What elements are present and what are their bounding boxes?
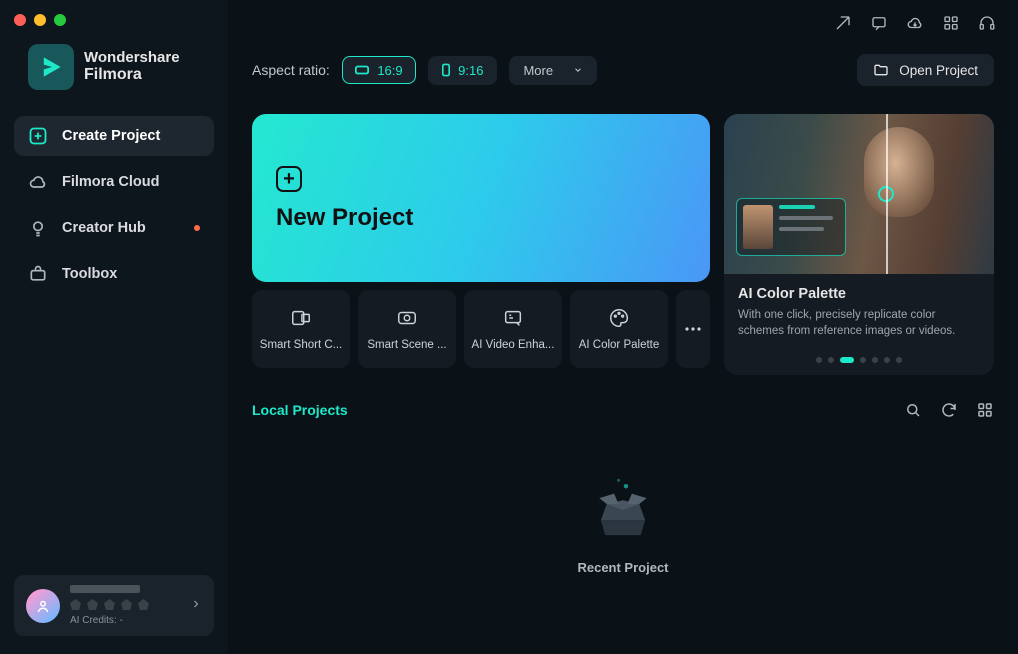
ai-credits-label: AI Credits: -: [70, 615, 180, 626]
scene-icon: [396, 307, 418, 329]
message-icon[interactable]: [870, 14, 888, 32]
badge-icon: [138, 599, 149, 610]
badge-icon: [121, 599, 132, 610]
landscape-icon: [355, 65, 369, 75]
grid-view-icon[interactable]: [976, 401, 994, 419]
window-controls: [0, 0, 228, 36]
feature-card[interactable]: AI Color Palette With one click, precise…: [724, 114, 994, 375]
tool-more-button[interactable]: [676, 290, 710, 368]
aspect-ratio-9-16[interactable]: 9:16: [428, 56, 497, 85]
brand-name-top: Wondershare: [84, 49, 180, 66]
local-projects-label: Local Projects: [252, 402, 348, 418]
sidebar-item-toolbox[interactable]: Toolbox: [14, 254, 214, 294]
chevron-down-icon: [573, 65, 583, 75]
empty-box-icon: [586, 467, 660, 546]
carousel-dots[interactable]: [724, 349, 994, 375]
send-icon[interactable]: [834, 14, 852, 32]
grid-icon[interactable]: [942, 14, 960, 32]
empty-state: Recent Project: [252, 467, 994, 575]
feature-description: With one click, precisely replicate colo…: [738, 307, 980, 339]
avatar: [26, 589, 60, 623]
sidebar-item-creator-hub[interactable]: Creator Hub: [14, 208, 214, 248]
notification-dot-icon: [194, 225, 200, 231]
cloud-download-icon[interactable]: [906, 14, 924, 32]
feature-title: AI Color Palette: [738, 286, 980, 302]
tool-ai-color-palette[interactable]: AI Color Palette: [570, 290, 668, 368]
folder-icon: [873, 62, 889, 78]
sidebar: Wondershare Filmora Create Project Filmo…: [0, 0, 228, 654]
aspect-ratio-16-9[interactable]: 16:9: [342, 56, 416, 84]
user-panel[interactable]: AI Credits: -: [14, 575, 214, 636]
headset-icon[interactable]: [978, 14, 996, 32]
app-logo: Wondershare Filmora: [0, 36, 228, 116]
ellipsis-icon: [685, 327, 701, 331]
search-icon[interactable]: [904, 401, 922, 419]
brand-name-bottom: Filmora: [84, 66, 180, 84]
chevron-right-icon: [190, 597, 202, 615]
aspect-ratio-more[interactable]: More: [509, 56, 597, 85]
bulb-icon: [28, 218, 48, 238]
badge-icon: [87, 599, 98, 610]
new-project-label: New Project: [276, 204, 686, 232]
sidebar-item-label: Toolbox: [62, 266, 117, 282]
sidebar-item-label: Create Project: [62, 128, 160, 144]
portrait-icon: [442, 63, 450, 77]
close-window-button[interactable]: [14, 14, 26, 26]
minimize-window-button[interactable]: [34, 14, 46, 26]
tool-smart-scene[interactable]: Smart Scene ...: [358, 290, 456, 368]
new-project-card[interactable]: + New Project: [252, 114, 710, 282]
cloud-icon: [28, 172, 48, 192]
toolbox-icon: [28, 264, 48, 284]
topbar-icons: [228, 10, 1018, 42]
maximize-window-button[interactable]: [54, 14, 66, 26]
badge-icon: [70, 599, 81, 610]
enhance-icon: [502, 307, 524, 329]
refresh-icon[interactable]: [940, 401, 958, 419]
feature-preview-image: [724, 114, 994, 274]
sidebar-item-label: Filmora Cloud: [62, 174, 159, 190]
plus-square-icon: [28, 126, 48, 146]
empty-state-label: Recent Project: [577, 560, 668, 575]
badge-icon: [104, 599, 115, 610]
sidebar-item-create-project[interactable]: Create Project: [14, 116, 214, 156]
tool-smart-short-clips[interactable]: Smart Short C...: [252, 290, 350, 368]
open-project-button[interactable]: Open Project: [857, 54, 994, 86]
user-name-placeholder: [70, 585, 140, 593]
aspect-ratio-label: Aspect ratio:: [252, 62, 330, 78]
sidebar-item-label: Creator Hub: [62, 220, 146, 236]
clip-icon: [290, 307, 312, 329]
palette-icon: [608, 307, 630, 329]
tool-ai-video-enhance[interactable]: AI Video Enha...: [464, 290, 562, 368]
sidebar-item-filmora-cloud[interactable]: Filmora Cloud: [14, 162, 214, 202]
plus-icon: +: [276, 166, 302, 192]
logo-icon: [28, 44, 74, 90]
